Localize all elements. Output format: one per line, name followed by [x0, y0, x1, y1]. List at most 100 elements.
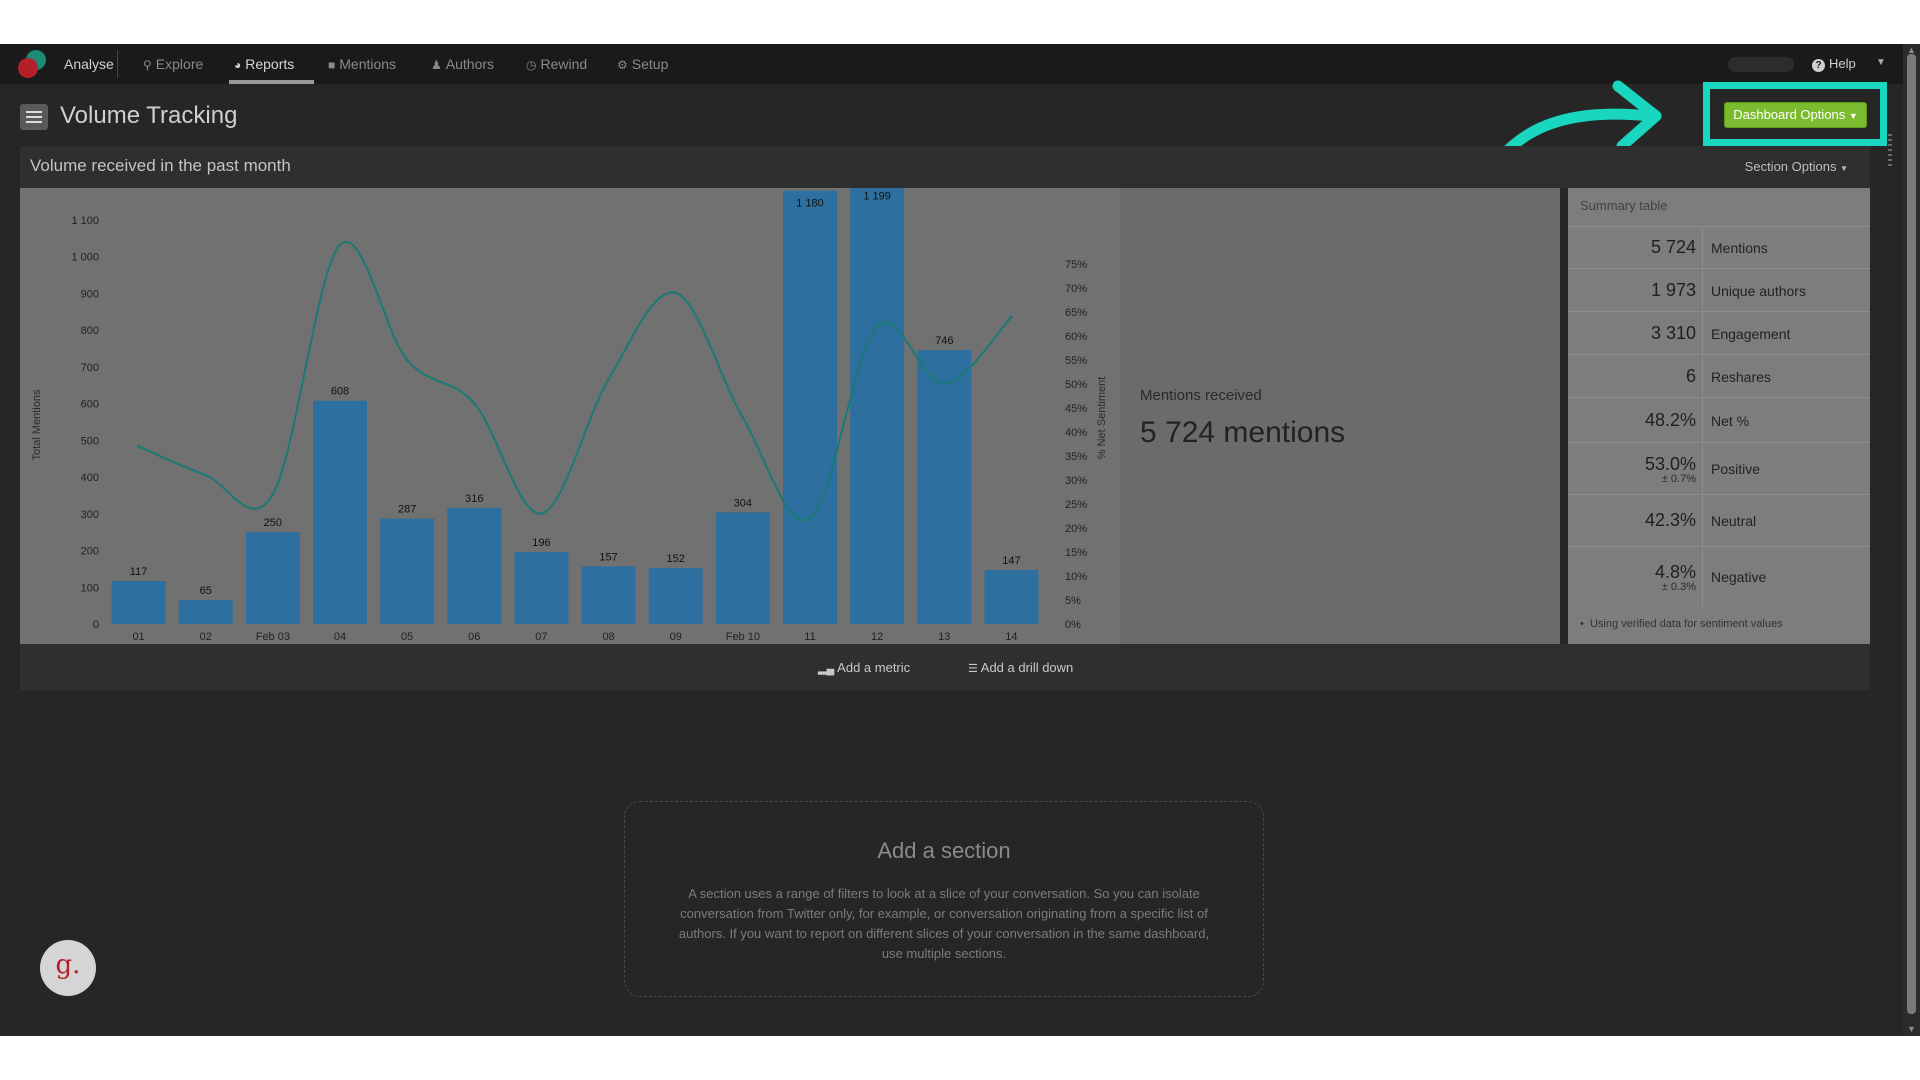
menu-toggle-button[interactable] [20, 104, 48, 130]
help-label: Help [1829, 56, 1856, 71]
nav-item-explore[interactable]: ⚲ Explore [143, 56, 203, 72]
bar-data-label: 250 [264, 517, 282, 529]
x-tick-label: 09 [670, 631, 682, 643]
summary-value: 3 310 [1650, 322, 1696, 343]
bar [917, 350, 972, 624]
summary-row: ± 0.3% 4.8% Negative [1568, 546, 1870, 607]
x-tick-label: 06 [468, 631, 480, 643]
nav-item-label: Rewind [540, 56, 588, 72]
bar [648, 568, 703, 624]
column-divider [1702, 547, 1703, 607]
add-section-description: A section uses a range of filters to loo… [678, 886, 1210, 961]
y-right-tick-label: 75% [1065, 259, 1087, 271]
section-action-bar: ▂▄ Add a metric ☰ Add a drill down [20, 644, 1870, 690]
bar-data-label: 746 [935, 335, 953, 347]
guide-badge[interactable]: g. [40, 940, 96, 996]
search-icon: ⚲ [143, 58, 152, 72]
summary-label: Net % [1711, 412, 1750, 429]
summary-label: Unique authors [1711, 282, 1806, 299]
nav-item-label: Setup [631, 56, 669, 72]
app-window: Analyse ⚲ Explore ◕ Reports ■ Mentions ♟ Aut… [0, 44, 1903, 1036]
summary-value: 6 [1685, 365, 1696, 386]
bar-data-label: 1 199 [863, 191, 891, 203]
net-sentiment-point [808, 516, 812, 520]
section-options-button[interactable]: Section Options ▼ [1745, 159, 1848, 174]
metric-panel: Mentions received 5 724 mentions [1120, 188, 1560, 644]
column-divider [1702, 227, 1703, 269]
summary-note-text: Using verified data for sentiment values [1589, 618, 1783, 630]
section-title: Volume received in the past month [30, 156, 291, 175]
summary-row: 42.3% Neutral [1568, 494, 1870, 547]
x-tick-label: 02 [200, 631, 212, 643]
y-tick-label: 0 [93, 619, 99, 631]
summary-row: ± 0.7% 53.0% Positive [1568, 442, 1870, 495]
bar-data-label: 157 [599, 551, 617, 563]
bar [447, 507, 502, 624]
y-right-tick-label: 40% [1065, 427, 1087, 439]
dashboard-options-button[interactable]: Dashboard Options ▼ [1724, 102, 1867, 128]
y-tick-label: 500 [81, 435, 99, 447]
summary-label: Reshares [1711, 368, 1771, 385]
add-metric-label: Add a metric [837, 660, 911, 675]
nav-item-authors[interactable]: ♟ Authors [431, 56, 494, 72]
y-right-tick-label: 45% [1065, 403, 1087, 415]
y-right-tick-label: 35% [1065, 451, 1087, 463]
chevron-down-icon[interactable]: ▼ [1876, 57, 1886, 68]
bar-data-label: 608 [331, 386, 349, 398]
bar [313, 400, 367, 624]
help-icon: ? [1812, 59, 1825, 72]
add-drill-down-button[interactable]: ☰ Add a drill down [968, 660, 1073, 675]
add-section-box[interactable]: Add a section A section uses a range of … [624, 801, 1264, 997]
y-tick-label: 1 000 [71, 252, 99, 264]
nav-item-setup[interactable]: ⚙ Setup [617, 56, 668, 72]
net-sentiment-point [1009, 315, 1013, 319]
net-sentiment-point [607, 377, 611, 381]
summary-value: 42.3% [1644, 510, 1696, 530]
bar-data-label: 196 [532, 537, 550, 549]
bar-data-label: 1 180 [796, 198, 824, 210]
person-icon: ♟ [431, 58, 442, 72]
x-tick-label: 07 [535, 631, 547, 643]
summary-value: 48.2% [1644, 409, 1696, 430]
bar [514, 552, 569, 624]
bar [783, 190, 837, 625]
y-right-tick-label: 0% [1065, 619, 1081, 631]
nav-item-reports[interactable]: ◕ Reports [234, 56, 294, 72]
bar-data-label: 304 [734, 497, 752, 509]
clock-icon: ◷ [526, 58, 537, 72]
summary-label: Neutral [1711, 513, 1757, 529]
column-divider [1702, 269, 1703, 312]
nav-divider [117, 50, 118, 78]
summary-value: 4.8% [1654, 562, 1696, 582]
x-tick-label: 05 [401, 631, 413, 643]
net-sentiment-point [137, 444, 141, 448]
scrollbar-thumb[interactable] [1907, 54, 1916, 1014]
bar [984, 570, 1039, 624]
nav-item-rewind[interactable]: ◷ Rewind [526, 56, 587, 72]
summary-note: • Using verified data for sentiment valu… [1580, 618, 1783, 630]
help-menu[interactable]: ? Help [1812, 56, 1856, 72]
y-tick-label: 100 [81, 582, 99, 594]
vertical-scrollbar[interactable]: ▲ ▼ [1903, 44, 1920, 1036]
y-right-tick-label: 55% [1065, 355, 1087, 367]
summary-row: 5 724 Mentions [1568, 226, 1870, 269]
bar [581, 566, 636, 624]
net-sentiment-point [539, 512, 543, 516]
gear-icon: ⚙ [617, 58, 628, 72]
x-tick-label: Feb 03 [256, 631, 290, 643]
bar [245, 532, 300, 624]
summary-row: 48.2% Net % [1568, 397, 1870, 443]
summary-value: 53.0% [1644, 454, 1696, 474]
brand-logo[interactable] [18, 50, 46, 78]
blurred-user-name[interactable] [1728, 57, 1794, 72]
nav-item-label: Authors [445, 56, 495, 72]
net-sentiment-point [875, 324, 879, 328]
list-icon: ☰ [968, 663, 978, 675]
add-metric-button[interactable]: ▂▄ Add a metric [818, 660, 910, 675]
net-sentiment-point [405, 358, 409, 362]
nav-item-mentions[interactable]: ■ Mentions [328, 56, 396, 72]
bar [178, 600, 233, 624]
scroll-down-icon[interactable]: ▼ [1907, 1024, 1916, 1034]
y-tick-label: 700 [81, 362, 99, 374]
y-tick-label: 900 [81, 288, 99, 300]
